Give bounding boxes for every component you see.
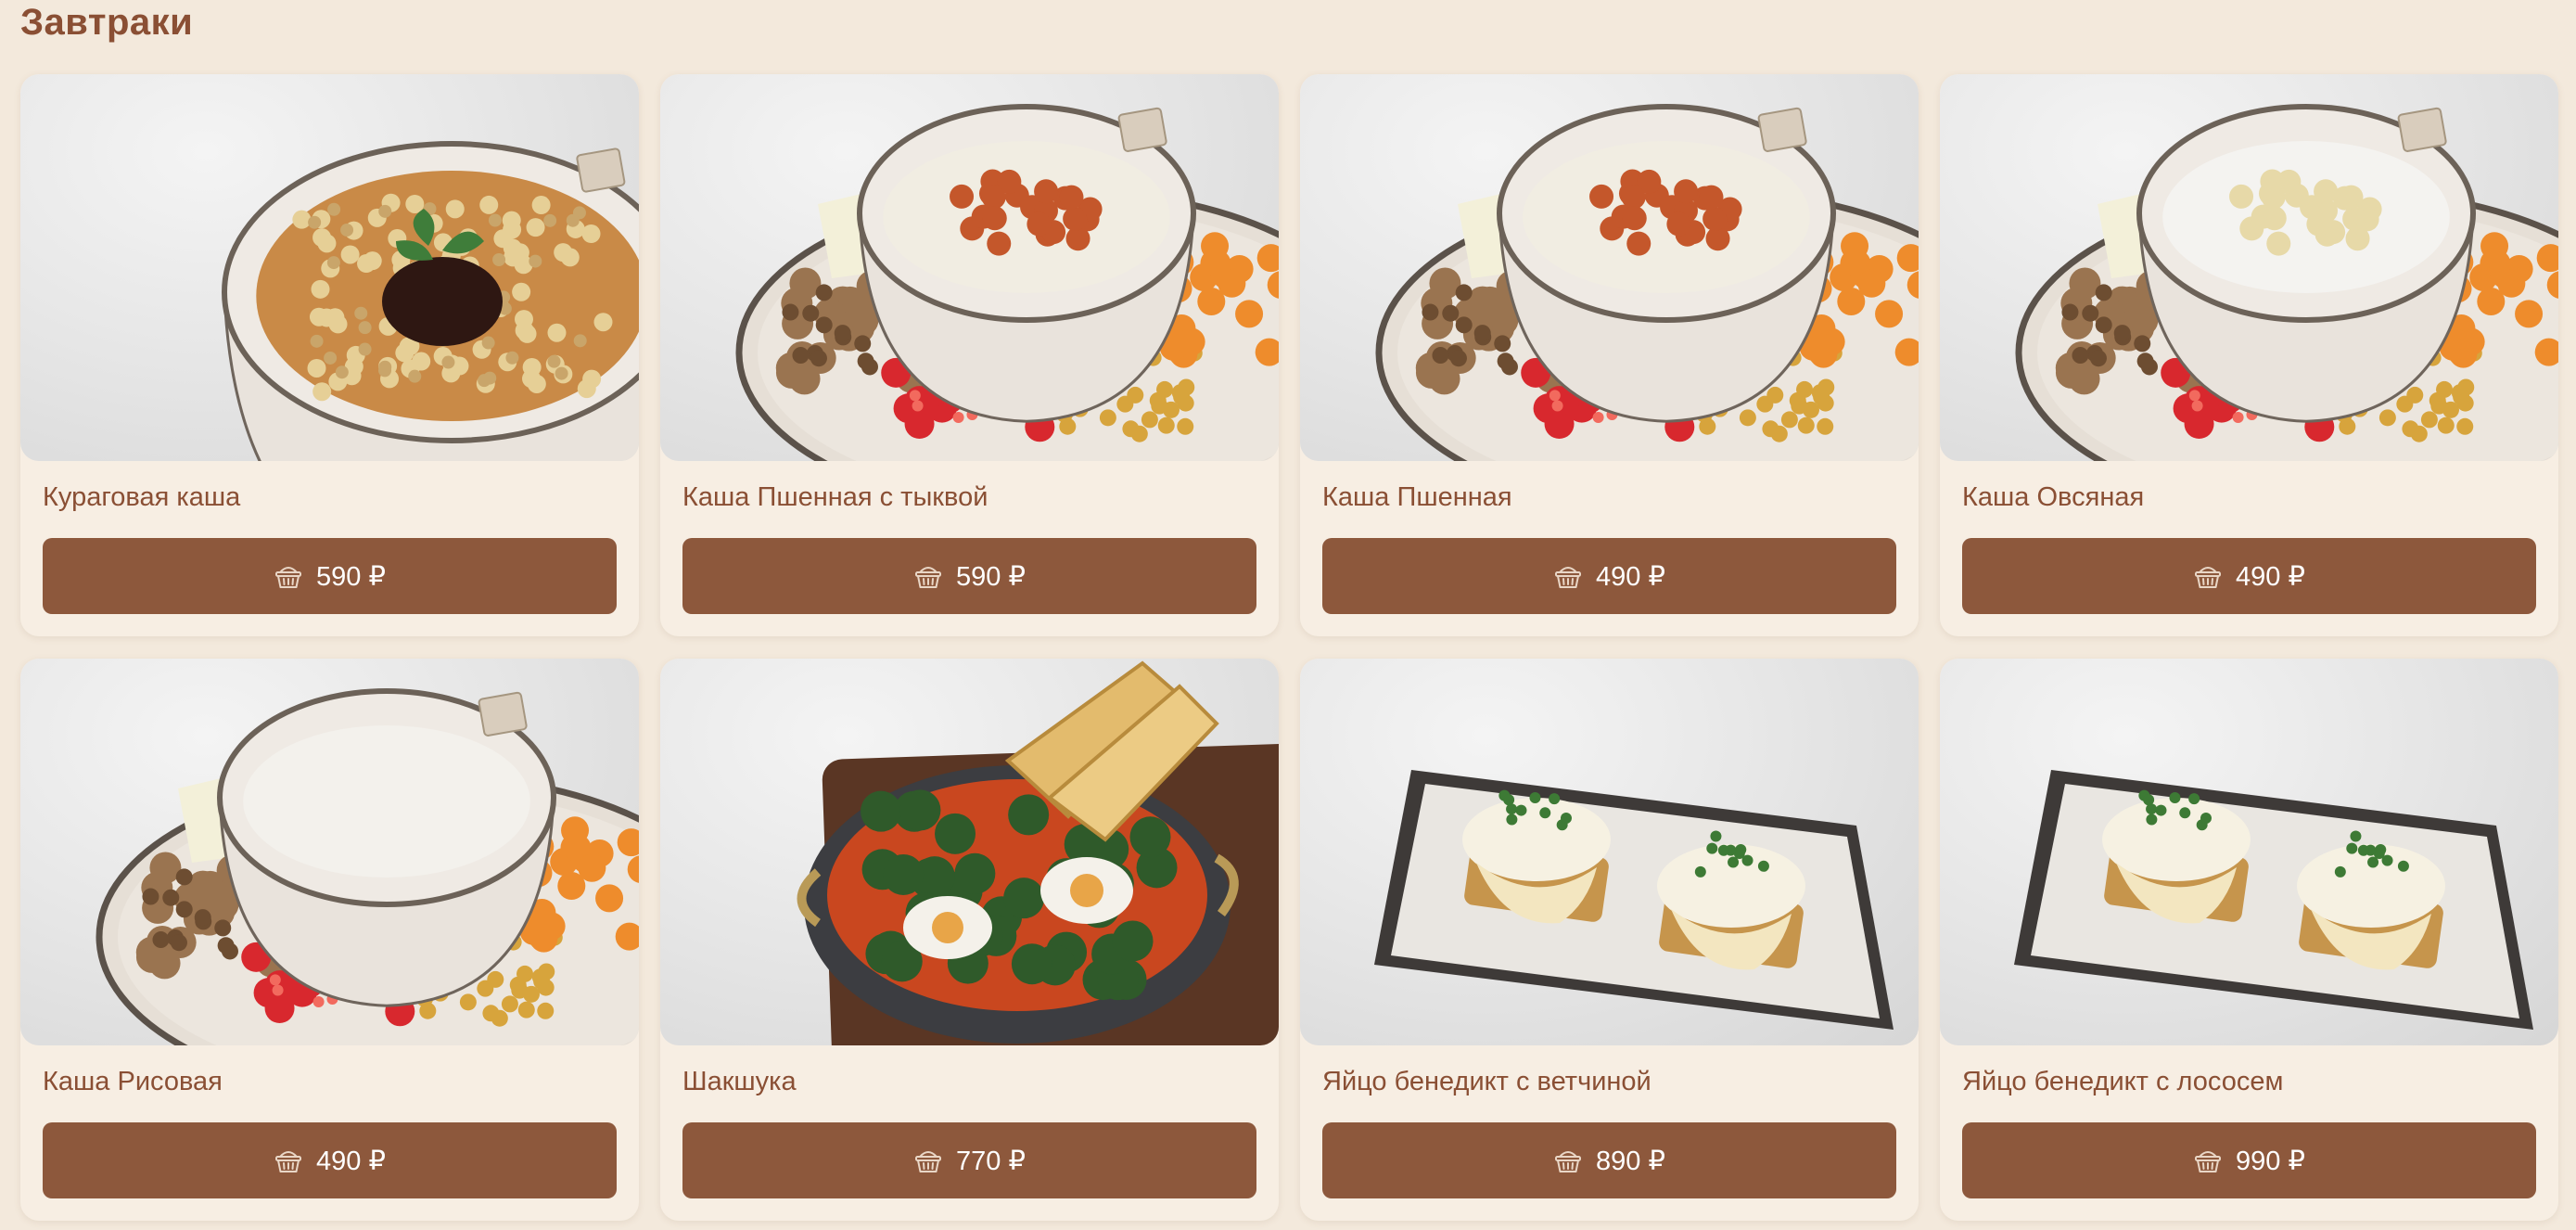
basket-icon <box>2193 1147 2223 1174</box>
price-label: 890 ₽ <box>1596 1146 1665 1176</box>
menu-card-shakshuka[interactable]: Шакшука 770 ₽ <box>660 659 1279 1221</box>
basket-icon <box>1553 1147 1583 1174</box>
dish-photo[interactable] <box>660 659 1279 1045</box>
price-label: 990 ₽ <box>2236 1146 2305 1176</box>
dish-photo[interactable] <box>1940 659 2558 1045</box>
dish-photo[interactable] <box>660 74 1279 461</box>
add-to-cart-button[interactable]: 990 ₽ <box>1962 1122 2536 1198</box>
basket-icon <box>274 562 303 590</box>
menu-card-pshennaya[interactable]: Каша Пшенная 490 ₽ <box>1300 74 1919 636</box>
dish-name: Каша Пшенная с тыквой <box>682 482 988 512</box>
basket-icon <box>913 562 943 590</box>
dish-name: Каша Рисовая <box>43 1067 223 1096</box>
add-to-cart-button[interactable]: 490 ₽ <box>1962 538 2536 614</box>
dish-name: Каша Пшенная <box>1322 482 1512 512</box>
price-label: 590 ₽ <box>316 561 386 592</box>
dish-photo[interactable] <box>20 659 639 1045</box>
add-to-cart-button[interactable]: 490 ₽ <box>1322 538 1896 614</box>
menu-grid: Кураговая каша 590 ₽ Каша Пшенная с тыкв… <box>20 74 2558 1221</box>
dish-name: Яйцо бенедикт с ветчиной <box>1322 1067 1651 1096</box>
price-label: 770 ₽ <box>956 1146 1026 1176</box>
menu-card-risovaya[interactable]: Каша Рисовая 490 ₽ <box>20 659 639 1221</box>
menu-card-kuragovaya[interactable]: Кураговая каша 590 ₽ <box>20 74 639 636</box>
price-label: 590 ₽ <box>956 561 1026 592</box>
dish-photo[interactable] <box>1940 74 2558 461</box>
price-label: 490 ₽ <box>2236 561 2305 592</box>
dish-name: Кураговая каша <box>43 482 241 512</box>
dish-photo[interactable] <box>20 74 639 461</box>
add-to-cart-button[interactable]: 590 ₽ <box>682 538 1256 614</box>
menu-card-pshennaya-tykva[interactable]: Каша Пшенная с тыквой 590 ₽ <box>660 74 1279 636</box>
basket-icon <box>2193 562 2223 590</box>
price-label: 490 ₽ <box>1596 561 1665 592</box>
dish-photo[interactable] <box>1300 74 1919 461</box>
menu-card-benedict-salmon[interactable]: Яйцо бенедикт с лососем 990 ₽ <box>1940 659 2558 1221</box>
menu-card-benedict-ham[interactable]: Яйцо бенедикт с ветчиной 890 ₽ <box>1300 659 1919 1221</box>
dish-photo[interactable] <box>1300 659 1919 1045</box>
add-to-cart-button[interactable]: 490 ₽ <box>43 1122 617 1198</box>
add-to-cart-button[interactable]: 590 ₽ <box>43 538 617 614</box>
dish-name: Шакшука <box>682 1067 797 1096</box>
section-title: Завтраки <box>20 2 194 43</box>
menu-card-ovsyanaya[interactable]: Каша Овсяная 490 ₽ <box>1940 74 2558 636</box>
basket-icon <box>913 1147 943 1174</box>
dish-name: Яйцо бенедикт с лососем <box>1962 1067 2284 1096</box>
basket-icon <box>1553 562 1583 590</box>
basket-icon <box>274 1147 303 1174</box>
add-to-cart-button[interactable]: 890 ₽ <box>1322 1122 1896 1198</box>
add-to-cart-button[interactable]: 770 ₽ <box>682 1122 1256 1198</box>
dish-name: Каша Овсяная <box>1962 482 2145 512</box>
price-label: 490 ₽ <box>316 1146 386 1176</box>
